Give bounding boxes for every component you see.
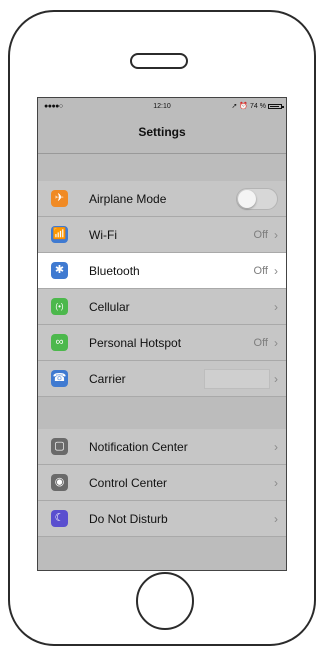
location-arrow-icon: ➚ <box>231 103 238 110</box>
status-bar: ●●●●○ 12:10 ➚ ⏰ 74 % <box>38 98 286 116</box>
settings-group-notifications: ▢ Notification Center › ◉ Control Center… <box>38 429 286 537</box>
cellular-icon: (•) <box>51 298 68 315</box>
row-notification-center[interactable]: ▢ Notification Center › <box>38 429 286 465</box>
home-button[interactable] <box>136 572 194 630</box>
moon-icon: ☾ <box>51 510 68 527</box>
alarm-icon: ⏰ <box>239 103 249 110</box>
row-value: Off <box>253 264 268 277</box>
row-value: Off <box>253 228 268 241</box>
row-label: Wi-Fi <box>89 227 117 242</box>
wifi-icon: 📶 <box>51 226 68 243</box>
airplane-icon: ✈ <box>51 190 68 207</box>
row-personal-hotspot[interactable]: ∞ Personal Hotspot Off › <box>38 325 286 361</box>
bluetooth-icon: ✱ <box>51 262 68 279</box>
status-right: ➚ ⏰ 74 % <box>231 102 284 110</box>
chevron-right-icon: › <box>274 335 278 350</box>
row-control-center[interactable]: ◉ Control Center › <box>38 465 286 501</box>
chevron-right-icon: › <box>274 475 278 490</box>
chevron-right-icon: › <box>274 227 278 242</box>
chevron-right-icon: › <box>274 299 278 314</box>
screen: ●●●●○ 12:10 ➚ ⏰ 74 % Settings ✈ Airplane… <box>37 97 287 571</box>
notification-center-icon: ▢ <box>51 438 68 455</box>
row-label: Notification Center <box>89 439 188 454</box>
row-label: Cellular <box>89 299 130 314</box>
hotspot-icon: ∞ <box>51 334 68 351</box>
chevron-right-icon: › <box>274 511 278 526</box>
row-value: Off <box>253 336 268 349</box>
battery-icon <box>268 103 284 109</box>
airplane-mode-toggle[interactable] <box>236 187 278 210</box>
chevron-right-icon: › <box>274 371 278 386</box>
page-title: Settings <box>138 125 186 139</box>
control-center-icon: ◉ <box>51 474 68 491</box>
chevron-right-icon: › <box>274 263 278 278</box>
row-wifi[interactable]: 📶 Wi-Fi Off › <box>38 217 286 253</box>
row-bluetooth[interactable]: ✱ Bluetooth Off › <box>38 253 286 289</box>
row-cellular[interactable]: (•) Cellular › <box>38 289 286 325</box>
chevron-right-icon: › <box>274 439 278 454</box>
row-carrier[interactable]: ☎ Carrier › <box>38 361 286 397</box>
row-label: Personal Hotspot <box>89 335 182 350</box>
earpiece-speaker <box>130 53 188 69</box>
phone-icon: ☎ <box>51 370 68 387</box>
row-label: Bluetooth <box>89 263 140 278</box>
row-label: Do Not Disturb <box>89 511 168 526</box>
settings-group-connectivity: ✈ Airplane Mode 📶 Wi-Fi Off › ✱ Bluetoot… <box>38 181 286 397</box>
row-airplane-mode[interactable]: ✈ Airplane Mode <box>38 181 286 217</box>
battery-percent: 74 % <box>250 102 266 110</box>
row-do-not-disturb[interactable]: ☾ Do Not Disturb › <box>38 501 286 537</box>
nav-divider <box>38 153 286 154</box>
toggle-knob <box>238 189 256 208</box>
carrier-value-box <box>204 368 270 389</box>
row-label: Airplane Mode <box>89 191 167 206</box>
row-label: Carrier <box>89 371 126 386</box>
row-label: Control Center <box>89 475 168 490</box>
